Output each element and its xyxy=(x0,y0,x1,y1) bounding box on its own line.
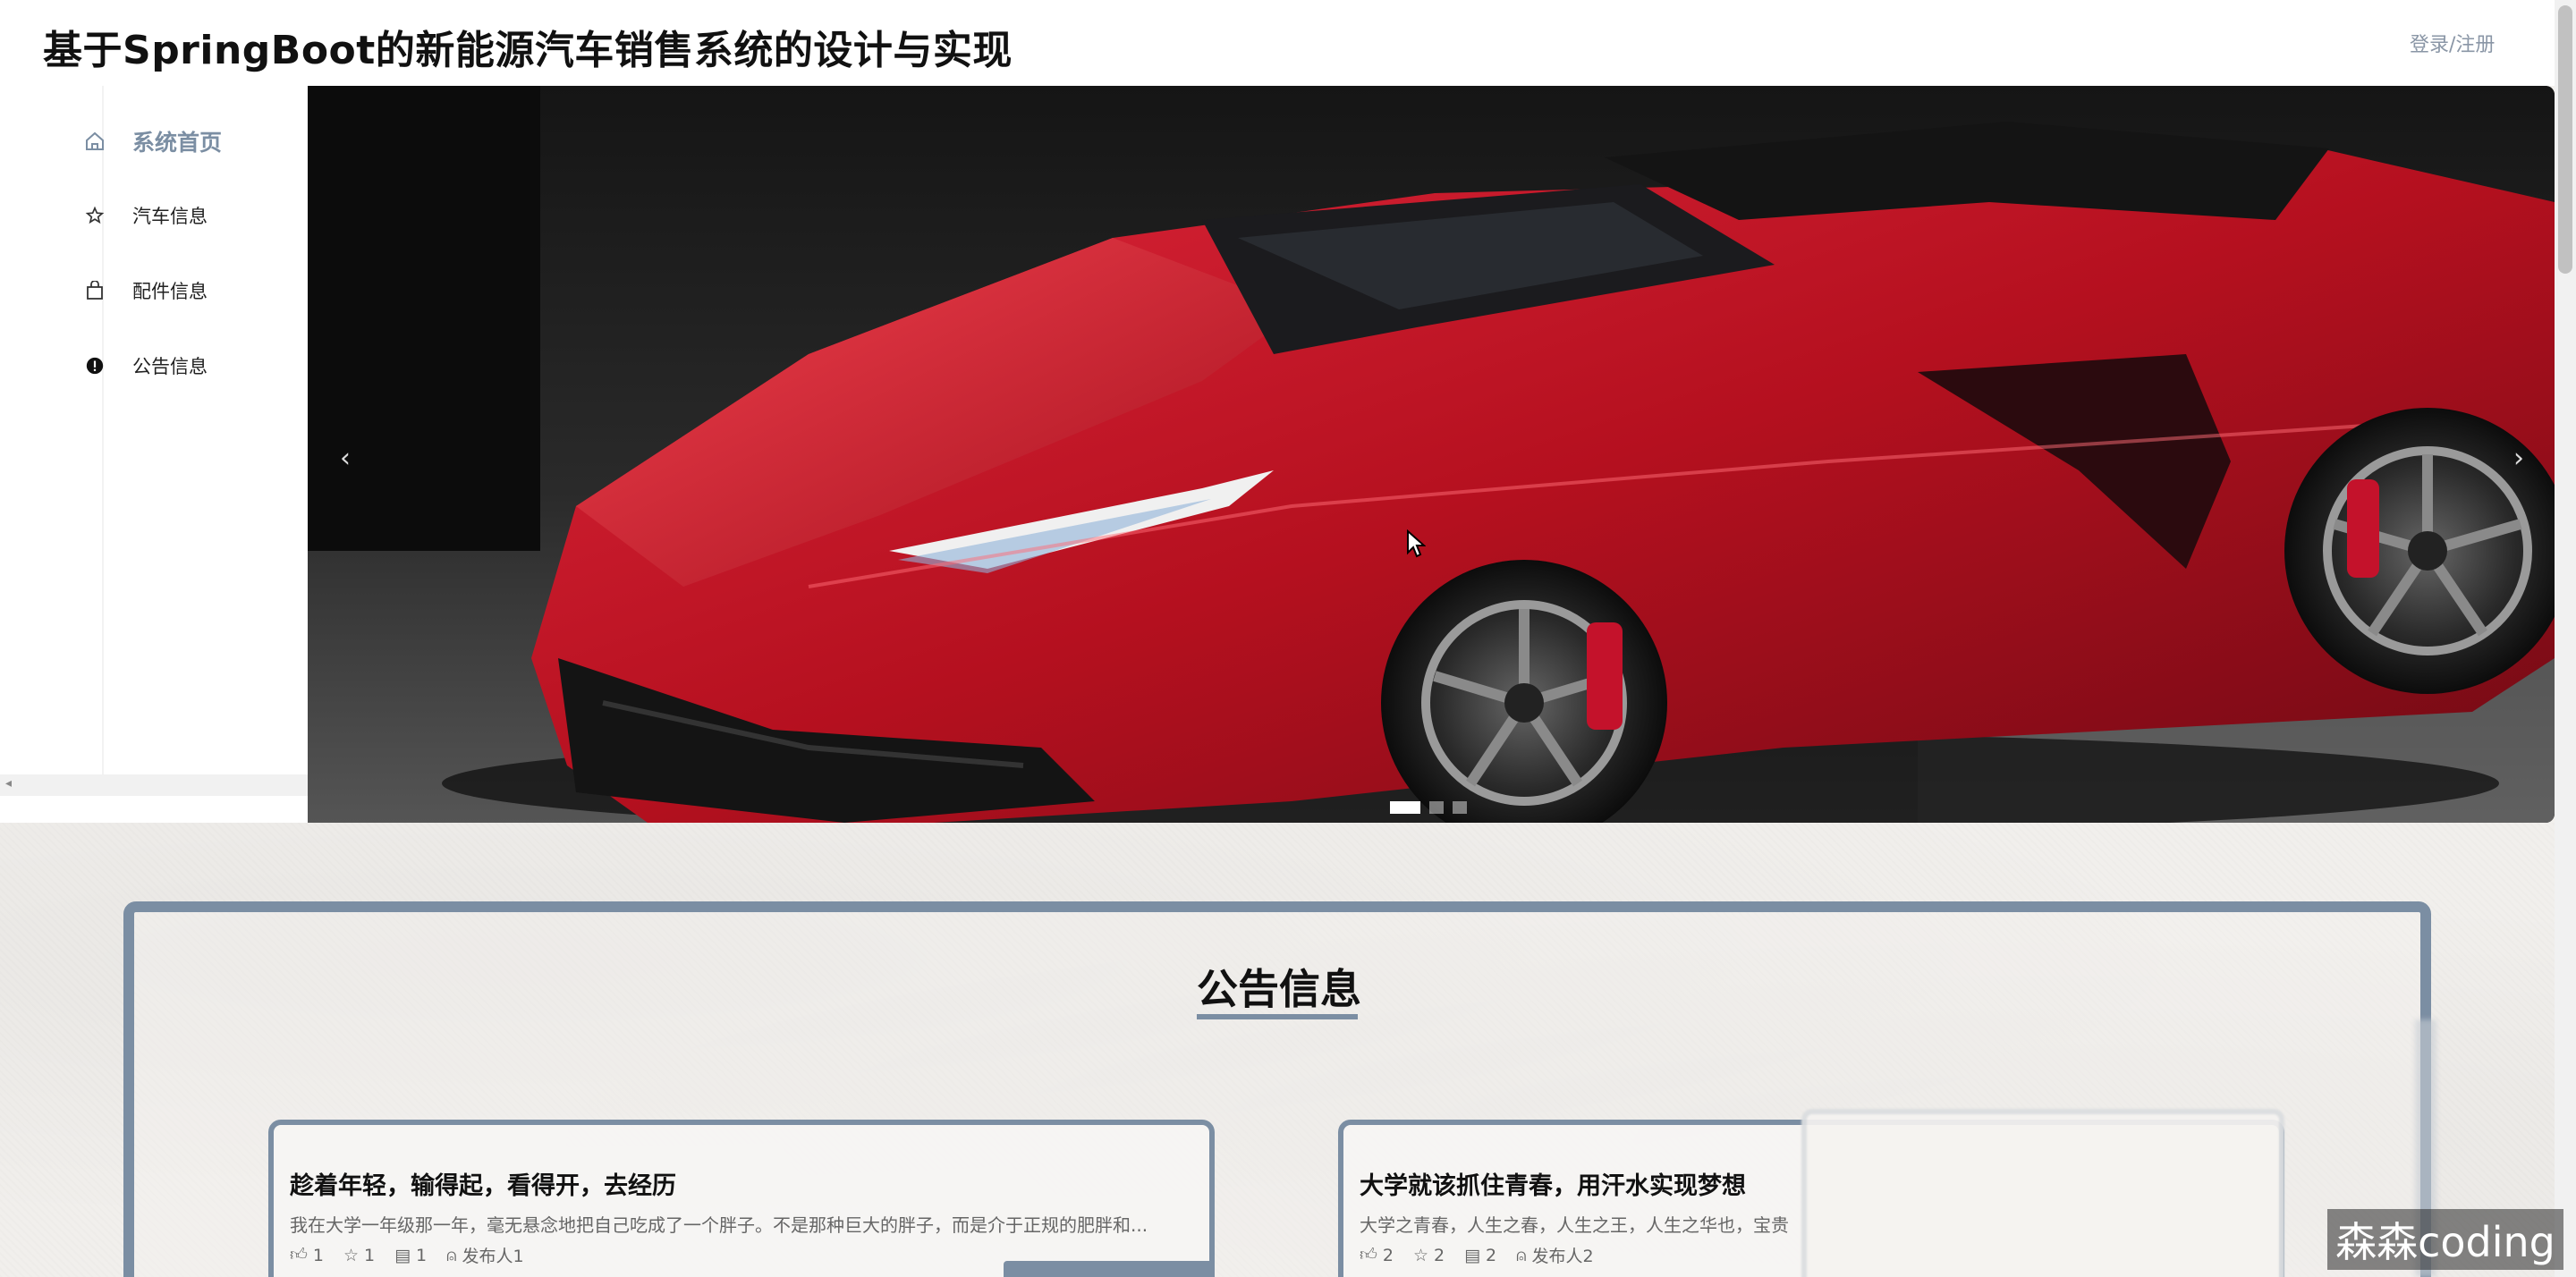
comment-count: 1 xyxy=(416,1245,428,1265)
section-title: 公告信息 xyxy=(1197,965,1361,1013)
scrollbar-thumb[interactable] xyxy=(2558,5,2572,274)
favorite-count: 1 xyxy=(364,1245,376,1265)
transition-overlay-card xyxy=(1801,1109,2284,1277)
comment-icon: ▤ xyxy=(394,1245,411,1265)
star-icon: ☆ xyxy=(343,1245,359,1265)
comment-icon: ▤ xyxy=(1464,1245,1481,1265)
car-banner-image xyxy=(308,86,2555,823)
like-count: 1 xyxy=(312,1245,324,1265)
sidebar-item-notices[interactable]: 公告信息 xyxy=(77,348,208,384)
notice-card-meta: 👍︎ 2 ☆ 2 ▤ 2 ⍝ 发布人2 xyxy=(1360,1243,1594,1267)
home-icon xyxy=(77,123,113,159)
carousel-dot[interactable] xyxy=(1429,801,1444,814)
carousel-dot[interactable] xyxy=(1390,801,1420,814)
notice-card-detail-button[interactable] xyxy=(1004,1261,1215,1277)
site-title: 基于SpringBoot的新能源汽车销售系统的设计与实现 xyxy=(43,28,1013,73)
user-icon: ⍝ xyxy=(446,1245,457,1265)
info-icon xyxy=(77,348,113,384)
star-icon: ☆ xyxy=(1412,1245,1428,1265)
user-icon: ⍝ xyxy=(1516,1245,1527,1265)
like-count: 2 xyxy=(1382,1245,1394,1265)
sidebar-horizontal-scrollbar[interactable]: ◂ xyxy=(0,774,308,796)
publisher: 发布人1 xyxy=(462,1247,524,1266)
publisher: 发布人2 xyxy=(1531,1247,1594,1266)
comment-count: 2 xyxy=(1486,1245,1497,1265)
bag-icon xyxy=(77,273,113,309)
sidebar-item-label: 系统首页 xyxy=(132,130,223,156)
notice-card-title[interactable]: 趁着年轻，输得起，看得开，去经历 xyxy=(290,1166,676,1201)
banner-carousel[interactable]: ‹ › xyxy=(308,86,2555,823)
carousel-next-button[interactable]: › xyxy=(2501,440,2537,476)
mouse-cursor-icon xyxy=(1407,529,1426,558)
favorite-count: 2 xyxy=(1434,1245,1445,1265)
sidebar-item-label: 汽车信息 xyxy=(132,206,208,227)
sidebar-item-label: 配件信息 xyxy=(132,281,208,302)
scroll-left-icon[interactable]: ◂ xyxy=(5,776,12,791)
login-register-link[interactable]: 登录/注册 xyxy=(2410,29,2495,57)
carousel-dot[interactable] xyxy=(1453,801,1467,814)
sidebar-item-cars[interactable]: 汽车信息 xyxy=(77,198,208,233)
sidebar: 系统首页 汽车信息 配件信息 公告信息 ◂ xyxy=(0,86,308,823)
section-title-underline xyxy=(1197,1014,1358,1019)
watermark: 森森coding xyxy=(2327,1209,2563,1270)
notice-card-title[interactable]: 大学就该抓住青春，用汗水实现梦想 xyxy=(1360,1166,1746,1201)
notice-card-meta: 👍︎ 1 ☆ 1 ▤ 1 ⍝ 发布人1 xyxy=(290,1243,524,1267)
header: 基于SpringBoot的新能源汽车销售系统的设计与实现 登录/注册 xyxy=(0,0,2576,86)
notice-card-excerpt: 我在大学一年级那一年，毫无悬念地把自己吃成了一个胖子。不是那种巨大的胖子，而是介… xyxy=(290,1214,1148,1236)
sidebar-item-label: 公告信息 xyxy=(132,356,208,377)
sidebar-item-home[interactable]: 系统首页 xyxy=(77,123,222,159)
notice-card[interactable]: 趁着年轻，输得起，看得开，去经历 我在大学一年级那一年，毫无悬念地把自己吃成了一… xyxy=(268,1120,1215,1277)
carousel-prev-button[interactable]: ‹ xyxy=(327,440,363,476)
thumbs-up-icon: 👍︎ xyxy=(290,1245,308,1264)
sidebar-item-parts[interactable]: 配件信息 xyxy=(77,273,208,309)
carousel-indicators xyxy=(1390,801,1467,814)
page-vertical-scrollbar[interactable] xyxy=(2555,0,2576,1277)
sidebar-divider xyxy=(102,86,104,774)
star-icon xyxy=(77,198,113,233)
thumbs-up-icon: 👍︎ xyxy=(1360,1245,1377,1264)
